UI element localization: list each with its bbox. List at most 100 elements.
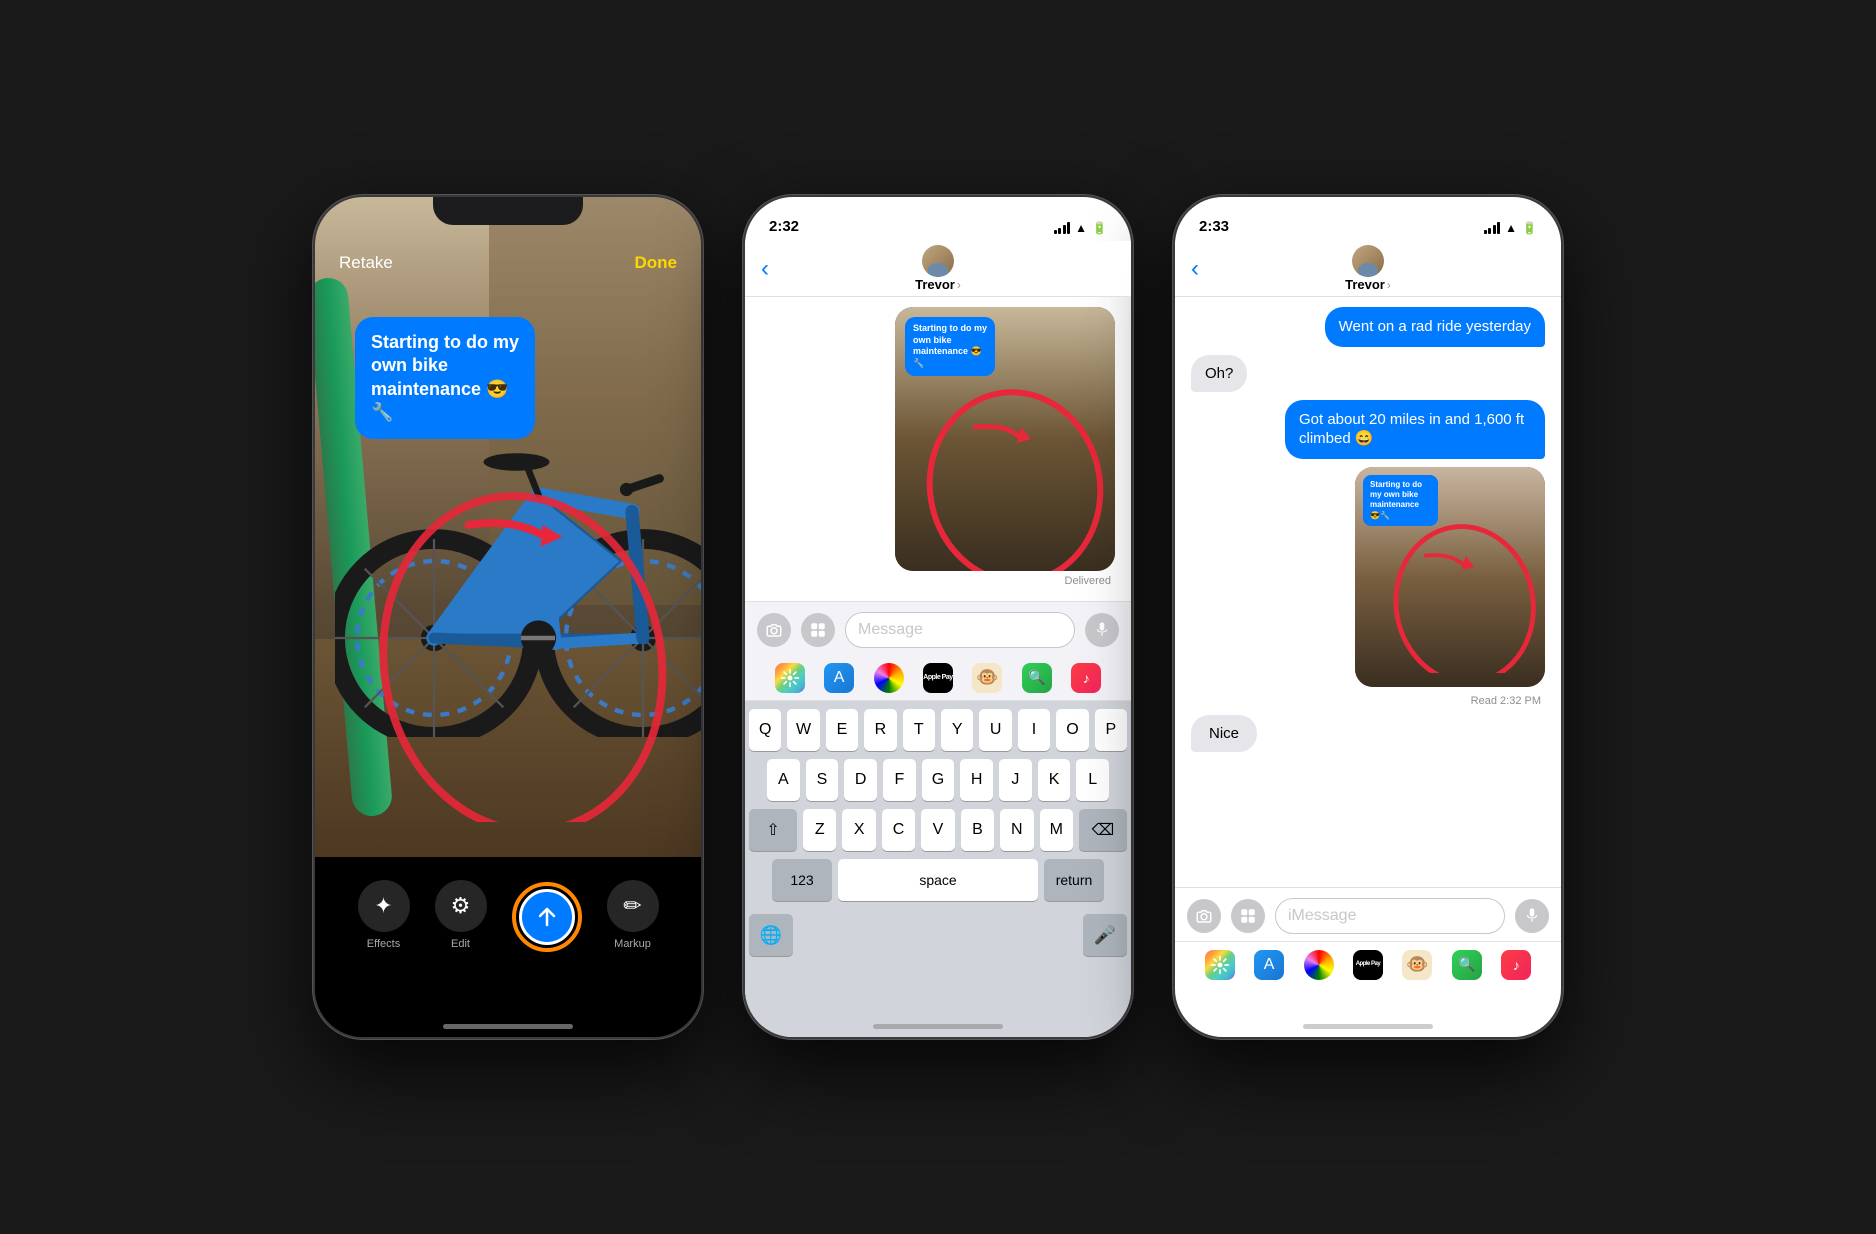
key-p[interactable]: P — [1095, 709, 1127, 751]
key-g[interactable]: G — [922, 759, 955, 801]
key-x[interactable]: X — [842, 809, 875, 851]
pay-text: Apple Pay — [923, 674, 952, 681]
key-l[interactable]: L — [1076, 759, 1109, 801]
retake-button[interactable]: Retake — [339, 253, 393, 273]
conv-input-bar: iMessage — [1175, 887, 1561, 943]
key-123[interactable]: 123 — [772, 859, 832, 901]
key-v[interactable]: V — [921, 809, 954, 851]
messages-header-2: ‹ Trevor › — [745, 241, 1131, 297]
apps-icon-3 — [1239, 907, 1257, 925]
photos-icon-3 — [1210, 955, 1230, 975]
home-indicator-3 — [1303, 1024, 1433, 1029]
key-e[interactable]: E — [826, 709, 858, 751]
memoji-icon-3[interactable]: 🐵 — [1402, 950, 1432, 980]
imessage-icon-2[interactable] — [874, 663, 904, 693]
photos-icon — [780, 668, 800, 688]
key-k[interactable]: K — [1038, 759, 1071, 801]
apps-button-3[interactable] — [1231, 899, 1265, 933]
microphone-button-2[interactable] — [1085, 613, 1119, 647]
key-space[interactable]: space — [838, 859, 1038, 901]
photo-message-2[interactable]: Starting to do my own bike maintenance 😎… — [895, 307, 1115, 571]
photo-text-3: Starting to do my own bike maintenance 😎… — [1363, 475, 1438, 527]
camera-screen: Starting to do my own bike maintenance 😎… — [315, 197, 701, 1037]
done-button[interactable]: Done — [635, 253, 678, 273]
keyboard-2: Q W E R T Y U I O P A S D F G — [745, 701, 1131, 1037]
edit-button[interactable]: ⚙ Edit — [435, 880, 487, 950]
imessage-input-field[interactable]: iMessage — [1275, 898, 1505, 934]
photo-message-3[interactable]: Starting to do my own bike maintenance 😎… — [1355, 467, 1545, 687]
photos-app-icon-2[interactable] — [775, 663, 805, 693]
key-t[interactable]: T — [903, 709, 935, 751]
memoji-icon-2[interactable]: 🐵 — [972, 663, 1002, 693]
status-icons-2: ▲ 🔋 — [1054, 221, 1107, 235]
delivered-label: Delivered — [761, 575, 1115, 587]
key-return[interactable]: return — [1044, 859, 1104, 901]
appstore-icon-3[interactable]: A — [1254, 950, 1284, 980]
key-d[interactable]: D — [844, 759, 877, 801]
effects-button[interactable]: ✦ Effects — [358, 880, 410, 950]
imessage-icon-3[interactable] — [1304, 950, 1334, 980]
key-c[interactable]: C — [882, 809, 915, 851]
app-icons-row-3: A Apple Pay 🐵 🔍 ♪ — [1175, 941, 1561, 987]
music-icon-2[interactable]: ♪ — [1071, 663, 1101, 693]
key-b[interactable]: B — [961, 809, 994, 851]
mic-key[interactable]: 🎤 — [1083, 914, 1127, 956]
notch-2 — [863, 197, 1013, 225]
key-o[interactable]: O — [1056, 709, 1088, 751]
key-r[interactable]: R — [864, 709, 896, 751]
key-m[interactable]: M — [1040, 809, 1073, 851]
send-button-outer[interactable] — [512, 882, 582, 952]
camera-toolbar: ✦ Effects ⚙ Edit — [315, 857, 701, 1037]
send-arrow-icon — [535, 905, 559, 929]
messages-area-2: Starting to do my own bike maintenance 😎… — [745, 297, 1131, 597]
camera-input-button[interactable] — [757, 613, 791, 647]
apple-pay-icon-3[interactable]: Apple Pay — [1353, 950, 1383, 980]
microphone-button-3[interactable] — [1515, 899, 1549, 933]
key-q[interactable]: Q — [749, 709, 781, 751]
key-w[interactable]: W — [787, 709, 819, 751]
key-f[interactable]: F — [883, 759, 916, 801]
search-icon-3[interactable]: 🔍 — [1452, 950, 1482, 980]
notch-3 — [1293, 197, 1443, 225]
keyboard-rows: Q W E R T Y U I O P A S D F G — [745, 701, 1131, 913]
message-input-bar-2: Message — [745, 601, 1131, 657]
wifi-icon-3: ▲ — [1505, 221, 1517, 235]
signal-icon-3 — [1484, 222, 1501, 234]
camera-button-3[interactable] — [1187, 899, 1221, 933]
status-icons-3: ▲ 🔋 — [1484, 221, 1537, 235]
key-i[interactable]: I — [1018, 709, 1050, 751]
message-1: Went on a rad ride yesterday — [1325, 307, 1545, 347]
key-h[interactable]: H — [960, 759, 993, 801]
key-u[interactable]: U — [979, 709, 1011, 751]
keyboard-bottom-row: 🌐 🎤 — [745, 913, 1131, 957]
key-j[interactable]: J — [999, 759, 1032, 801]
key-y[interactable]: Y — [941, 709, 973, 751]
messages-conv-screen: 2:33 ▲ 🔋 ‹ Trevor — [1175, 197, 1561, 1037]
nice-message: Nice — [1191, 715, 1257, 752]
message-input-field[interactable]: Message — [845, 612, 1075, 648]
search-icon-2[interactable]: 🔍 — [1022, 663, 1052, 693]
key-z[interactable]: Z — [803, 809, 836, 851]
contact-info-2[interactable]: Trevor › — [915, 245, 961, 292]
send-button[interactable] — [519, 889, 575, 945]
globe-key[interactable]: 🌐 — [749, 914, 793, 956]
key-a[interactable]: A — [767, 759, 800, 801]
key-backspace[interactable]: ⌫ — [1079, 809, 1127, 851]
photos-app-icon-3[interactable] — [1205, 950, 1235, 980]
back-button-3[interactable]: ‹ — [1191, 255, 1199, 283]
mini-text-bubble-2: Starting to do my own bike maintenance 😎… — [905, 317, 995, 376]
microphone-icon-2 — [1095, 621, 1109, 639]
key-n[interactable]: N — [1000, 809, 1033, 851]
appstore-icon-2[interactable]: A — [824, 663, 854, 693]
back-button-2[interactable]: ‹ — [761, 255, 769, 283]
appstore-letter: A — [834, 669, 845, 687]
contact-info-3[interactable]: Trevor › — [1345, 245, 1391, 292]
markup-button[interactable]: ✏ Markup — [607, 880, 659, 950]
message-2: Oh? — [1191, 355, 1247, 392]
edit-label: Edit — [451, 938, 470, 950]
apps-input-button[interactable] — [801, 613, 835, 647]
music-icon-3[interactable]: ♪ — [1501, 950, 1531, 980]
key-s[interactable]: S — [806, 759, 839, 801]
apple-pay-icon-2[interactable]: Apple Pay — [923, 663, 953, 693]
key-shift[interactable]: ⇧ — [749, 809, 797, 851]
